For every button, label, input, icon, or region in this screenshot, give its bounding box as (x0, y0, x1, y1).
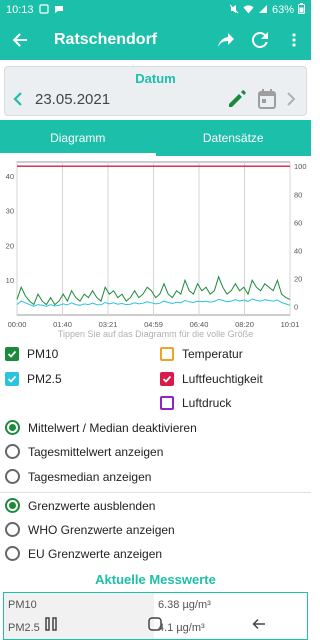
current-values-title: Aktuelle Messwerte (95, 572, 216, 587)
x-tick-label: 04:59 (144, 320, 163, 329)
y-left-tick-label: 40 (6, 172, 14, 181)
notification-icon (38, 3, 49, 17)
y-right-tick-label: 80 (294, 190, 302, 199)
radio-grenzwerte-aus[interactable]: Grenzwerte ausblenden (5, 498, 155, 513)
calendar-icon (258, 89, 276, 109)
x-tick-label: 03:21 (99, 320, 118, 329)
back-button[interactable] (0, 20, 40, 60)
mute-icon (229, 4, 239, 17)
x-tick-label: 00:00 (8, 320, 27, 329)
tab-diagramm[interactable]: Diagramm (0, 120, 156, 156)
radio-button[interactable] (5, 420, 20, 435)
x-tick-label: 08:20 (235, 320, 254, 329)
y-left-tick-label: 10 (6, 276, 14, 285)
refresh-button[interactable] (243, 20, 277, 60)
back-icon (252, 618, 266, 630)
edit-date-button[interactable] (227, 89, 249, 111)
battery-percent: 63% (271, 4, 294, 16)
legend-label: Luftdruck (182, 396, 232, 410)
chart-hint: Tippen Sie auf das Diagramm für die voll… (57, 329, 254, 339)
y-right-tick-label: 60 (294, 218, 302, 227)
next-day-button[interactable] (286, 91, 302, 109)
y-right-tick-label: 100 (294, 162, 307, 171)
legend-pm10[interactable]: PM10 (5, 347, 58, 361)
app-bar: Ratschendorf (0, 20, 311, 60)
legend-luftfeuchtigkeit[interactable]: Luftfeuchtigkeit (160, 372, 263, 386)
date-card: Datum 23.05.2021 (4, 66, 307, 116)
radio-label: Tagesmedian anzeigen (28, 469, 152, 484)
line-chart[interactable]: 00:00 01:40 03:21 04:59 06:40 08:20 10:01 10 20 3… (0, 160, 311, 345)
x-tick-label: 06:40 (190, 320, 209, 329)
refresh-icon (252, 32, 268, 48)
radio-button[interactable] (5, 469, 20, 484)
radio-tagesmittelwert[interactable]: Tagesmittelwert anzeigen (5, 444, 163, 459)
radio-label: Grenzwerte ausblenden (28, 498, 156, 513)
radio-eu[interactable]: EU Grenzwerte anzeigen (5, 546, 162, 561)
legend-temperatur[interactable]: Temperatur (160, 347, 243, 361)
radio-label: EU Grenzwerte anzeigen (28, 546, 163, 561)
divider (0, 492, 311, 493)
radio-button[interactable] (5, 498, 20, 513)
radio-label: Tagesmittelwert anzeigen (28, 444, 164, 459)
legend-label: PM10 (27, 347, 59, 361)
page-title: Ratschendorf (54, 31, 158, 48)
y-right-tick-label: 20 (294, 275, 302, 284)
share-icon (218, 33, 234, 47)
tab-bar: Diagramm Datensätze (0, 120, 311, 156)
previous-day-button[interactable] (13, 91, 29, 109)
chevron-right-icon (287, 92, 296, 106)
pm10-checkbox[interactable] (5, 347, 19, 361)
luftdruck-checkbox[interactable] (160, 396, 174, 410)
y-left-tick-label: 20 (6, 241, 14, 250)
legend-luftdruck[interactable]: Luftdruck (160, 396, 231, 410)
chat-icon (54, 4, 64, 17)
pencil-icon (229, 90, 246, 107)
x-tick-label: 10:01 (281, 320, 300, 329)
radio-who[interactable]: WHO Grenzwerte anzeigen (5, 522, 175, 537)
x-tick-label: 01:40 (53, 320, 72, 329)
temperatur-checkbox[interactable] (160, 347, 174, 361)
legend-pm25[interactable]: PM2.5 (5, 372, 62, 386)
luftfeuchtigkeit-checkbox[interactable] (160, 372, 174, 386)
status-time: 10:13 (6, 4, 34, 16)
more-vert-icon (292, 33, 296, 47)
y-right-tick-label: 40 (294, 246, 302, 255)
y-left-tick-label: 30 (6, 207, 14, 216)
tab-datensaetze[interactable]: Datensätze (156, 120, 312, 156)
wifi-icon (243, 4, 254, 17)
radio-button[interactable] (5, 546, 20, 561)
recents-icon (45, 617, 57, 631)
system-nav-bar (0, 608, 311, 640)
date-value[interactable]: 23.05.2021 (35, 91, 110, 108)
legend-label: Temperatur (182, 347, 243, 361)
legend-label: Luftfeuchtigkeit (182, 372, 263, 386)
chevron-left-icon (13, 92, 22, 106)
radio-tagesmedian[interactable]: Tagesmedian anzeigen (5, 469, 151, 484)
radio-avg-off[interactable]: Mittelwert / Median deaktivieren (5, 420, 197, 435)
share-button[interactable] (209, 20, 243, 60)
status-bar: 10:13 63% (0, 0, 311, 20)
battery-icon (298, 3, 305, 17)
radio-button[interactable] (5, 444, 20, 459)
calendar-button[interactable] (258, 89, 278, 111)
radio-button[interactable] (5, 522, 20, 537)
signal-icon (258, 4, 268, 17)
legend-label: PM2.5 (27, 372, 62, 386)
more-menu-button[interactable] (277, 20, 311, 60)
pm25-checkbox[interactable] (5, 372, 19, 386)
arrow-back-icon (12, 33, 27, 47)
home-button[interactable] (135, 610, 175, 638)
recents-button[interactable] (32, 610, 72, 638)
system-back-button[interactable] (239, 610, 279, 638)
radio-label: Mittelwert / Median deaktivieren (28, 420, 197, 435)
home-icon (148, 617, 163, 631)
radio-label: WHO Grenzwerte anzeigen (28, 522, 175, 537)
date-label: Datum (135, 71, 176, 86)
y-right-tick-label: 0 (294, 303, 298, 312)
